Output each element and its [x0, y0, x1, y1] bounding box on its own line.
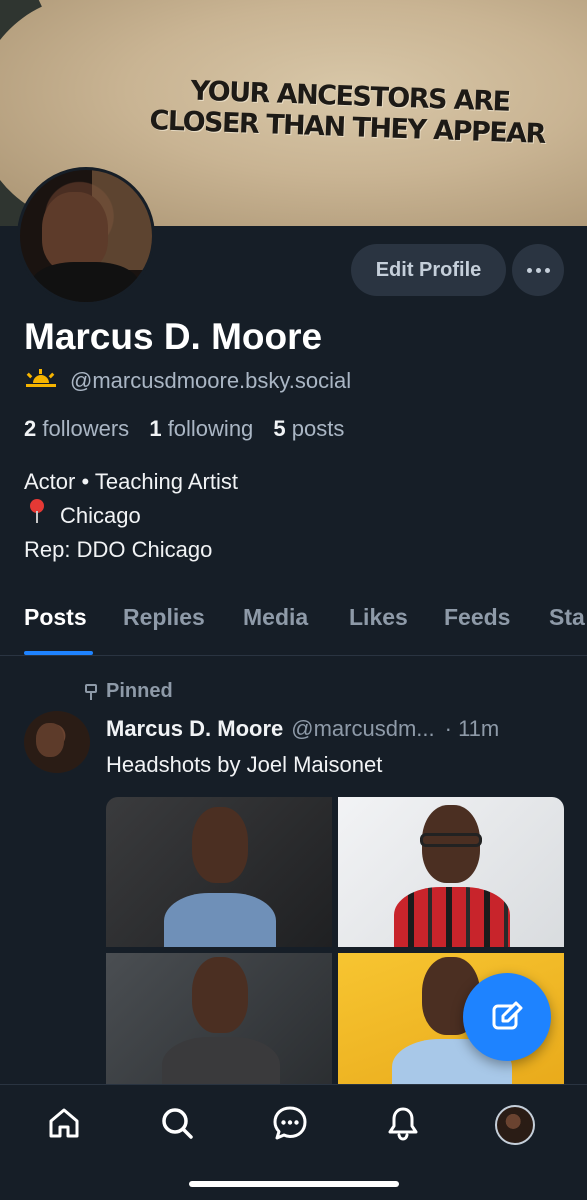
post-image[interactable] [106, 797, 332, 947]
ellipsis-icon-dot [535, 267, 541, 273]
home-indicator [189, 1181, 399, 1187]
tab-posts[interactable]: Posts [24, 604, 87, 631]
home-icon [49, 1108, 79, 1138]
profile-handle[interactable]: @marcusdmoore.bsky.social [70, 368, 351, 394]
ellipsis-icon-dot [526, 267, 532, 273]
followers-label: followers [42, 416, 130, 441]
ellipsis-icon-dot [544, 267, 550, 273]
nav-notifications[interactable] [383, 1103, 423, 1143]
nav-chat[interactable] [270, 1103, 310, 1143]
more-options-button[interactable] [512, 244, 564, 296]
bio-line: Rep: DDO Chicago [24, 537, 213, 562]
bio-location: Chicago [60, 503, 141, 528]
active-tab-indicator [24, 651, 93, 655]
following-count: 1 [149, 416, 162, 441]
tab-starter-packs[interactable]: Sta [549, 604, 585, 631]
followers-count: 2 [24, 416, 37, 441]
pinned-label: Pinned [106, 680, 173, 702]
post-header: Marcus D. Moore @marcusdm... · 11m [106, 716, 566, 742]
post-image[interactable] [106, 953, 332, 1097]
post-author-avatar[interactable] [24, 711, 90, 773]
post-text: Headshots by Joel Maisonet [106, 752, 383, 777]
post-author-name[interactable]: Marcus D. Moore [106, 716, 283, 742]
bell-icon [388, 1107, 418, 1141]
nav-profile-avatar[interactable] [495, 1105, 535, 1145]
display-name: Marcus D. Moore [24, 316, 323, 357]
bio-line: Actor • Teaching Artist [24, 469, 238, 494]
bottom-navigation [0, 1084, 587, 1200]
round-pushpin-icon [28, 499, 46, 527]
search-icon [162, 1108, 193, 1139]
handle-row: @marcusdmoore.bsky.social [24, 368, 351, 394]
profile-stats: 2 followers 1 following 5 posts [24, 416, 344, 442]
followers-link[interactable]: 2 followers [24, 416, 129, 441]
nav-home[interactable] [44, 1103, 84, 1143]
avatar-body [30, 262, 140, 302]
tab-feeds[interactable]: Feeds [444, 604, 510, 631]
nav-search[interactable] [157, 1103, 197, 1143]
tab-likes[interactable]: Likes [349, 604, 408, 631]
sunrise-icon [24, 369, 58, 393]
pinned-label-row: Pinned [84, 680, 173, 703]
profile-avatar[interactable] [17, 167, 155, 305]
profile-tabs: Posts Replies Media Likes Feeds Sta [0, 596, 587, 656]
posts-count: 5 [273, 416, 286, 441]
post-timestamp[interactable]: · 11m [445, 716, 500, 742]
profile-bio: Actor • Teaching Artist Chicago Rep: DDO… [24, 465, 238, 567]
posts-stat: 5 posts [273, 416, 344, 441]
post-image[interactable] [338, 797, 564, 947]
chat-icon [273, 1106, 307, 1140]
following-link[interactable]: 1 following [149, 416, 253, 441]
posts-label: posts [291, 416, 345, 441]
tab-media[interactable]: Media [243, 604, 308, 631]
pin-icon [84, 683, 98, 700]
avatar-face [42, 192, 108, 272]
edit-profile-button[interactable]: Edit Profile [351, 244, 506, 296]
post-author-handle[interactable]: @marcusdm... [291, 716, 434, 742]
compose-icon [492, 1001, 523, 1030]
following-label: following [167, 416, 254, 441]
bio-location-line: Chicago [24, 499, 238, 533]
compose-button[interactable] [463, 973, 551, 1061]
tab-replies[interactable]: Replies [123, 604, 205, 631]
